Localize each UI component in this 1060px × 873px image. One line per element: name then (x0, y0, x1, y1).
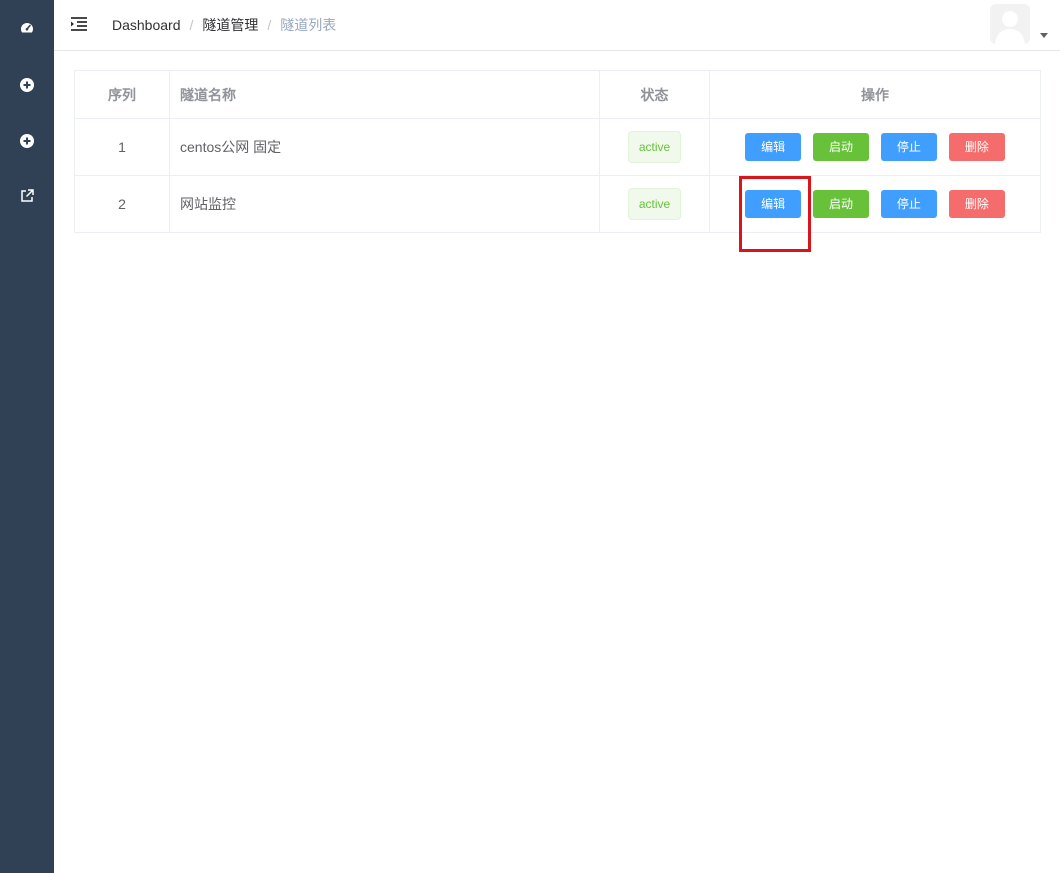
actions-cell: 编辑 启动 停止 删除 (709, 175, 1041, 233)
header-index: 序列 (74, 70, 170, 119)
delete-button[interactable]: 删除 (948, 190, 1005, 218)
external-link-icon[interactable] (17, 186, 37, 206)
plus-circle-icon[interactable] (17, 75, 37, 95)
table-row: 2 网站监控 active 编辑 启动 停止 删除 (74, 175, 1041, 233)
start-button[interactable]: 启动 (813, 190, 870, 218)
navbar: Dashboard / 隧道管理 / 隧道列表 (54, 0, 1060, 51)
edit-button[interactable]: 编辑 (745, 190, 802, 218)
table-header-row: 序列 隧道名称 状态 操作 (74, 70, 1041, 119)
stop-button[interactable]: 停止 (880, 133, 937, 161)
row-index: 2 (74, 175, 170, 233)
table-row: 1 centos公网 固定 active 编辑 启动 停止 删除 (74, 118, 1041, 176)
delete-button[interactable]: 删除 (948, 133, 1005, 161)
edit-button[interactable]: 编辑 (745, 133, 802, 161)
breadcrumb: Dashboard / 隧道管理 / 隧道列表 (112, 16, 336, 34)
header-actions: 操作 (709, 70, 1041, 119)
row-index: 1 (74, 118, 170, 176)
breadcrumb-tunnel-management[interactable]: 隧道管理 (202, 16, 258, 34)
hamburger-menu-icon[interactable] (70, 15, 88, 33)
actions-cell: 编辑 启动 停止 删除 (709, 118, 1041, 176)
breadcrumb-tunnel-list: 隧道列表 (280, 17, 337, 33)
stop-button[interactable]: 停止 (880, 190, 937, 218)
avatar[interactable] (990, 4, 1030, 44)
tunnel-table: 序列 隧道名称 状态 操作 1 centos公网 固定 active 编辑 启动… (74, 70, 1041, 233)
plus-circle-icon[interactable] (17, 131, 37, 151)
start-button[interactable]: 启动 (813, 133, 870, 161)
breadcrumb-separator: / (189, 17, 194, 33)
header-name: 隧道名称 (169, 70, 600, 119)
status-badge: active (627, 131, 682, 163)
status-cell: active (599, 118, 710, 176)
caret-down-icon[interactable] (1040, 33, 1048, 38)
row-name: 网站监控 (169, 175, 600, 233)
dashboard-icon[interactable] (17, 18, 37, 38)
breadcrumb-separator: / (267, 17, 272, 33)
status-badge: active (627, 188, 682, 220)
row-name: centos公网 固定 (169, 118, 600, 176)
sidebar (0, 0, 54, 873)
status-cell: active (599, 175, 710, 233)
header-status: 状态 (599, 70, 710, 119)
breadcrumb-dashboard[interactable]: Dashboard (112, 16, 181, 34)
